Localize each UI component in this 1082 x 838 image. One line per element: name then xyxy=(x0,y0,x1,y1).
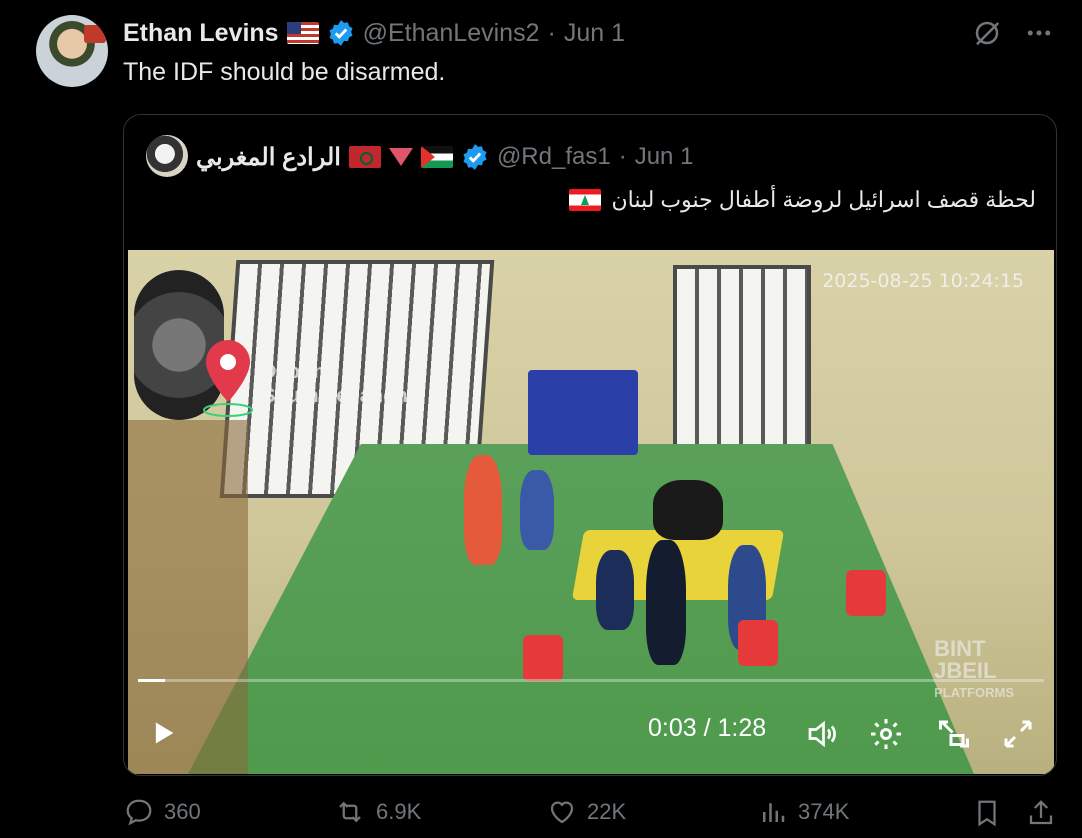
video-timestamp-overlay: 2025-08-25 10:24:15 xyxy=(822,270,1024,292)
location-line2: South Lebanon xyxy=(262,385,408,407)
tweet-top-actions xyxy=(972,18,1054,48)
reply-icon xyxy=(126,799,152,826)
video-child xyxy=(646,540,686,665)
views-count: 374K xyxy=(798,799,850,824)
video-location-label: Dabrine South Lebanon xyxy=(262,360,408,408)
bookmark-icon[interactable] xyxy=(972,797,1002,829)
play-icon[interactable] xyxy=(150,718,178,748)
repost-button[interactable]: 6.9K xyxy=(334,797,421,827)
reply-count: 360 xyxy=(164,799,201,824)
us-flag-icon xyxy=(286,22,319,44)
video-time-display: 0:03 / 1:28 xyxy=(648,714,767,742)
video-player[interactable]: 2025-08-25 10:24:15 Dabrine South Lebano… xyxy=(128,250,1054,774)
settings-gear-icon[interactable] xyxy=(868,716,904,752)
share-icon[interactable] xyxy=(1026,797,1056,829)
red-triangle-icon xyxy=(388,148,413,166)
fullscreen-icon[interactable] xyxy=(1000,716,1036,752)
quoted-author-avatar[interactable] xyxy=(146,135,188,177)
picture-in-picture-icon[interactable] xyxy=(936,716,972,752)
quoted-author-name[interactable]: الرادع المغربي xyxy=(196,143,341,172)
dot-separator: · xyxy=(547,18,556,47)
verified-badge-icon xyxy=(463,144,487,170)
verified-badge-icon xyxy=(329,20,353,46)
brand-line3: PLATFORMS xyxy=(934,685,1014,700)
video-progress-bar[interactable] xyxy=(138,679,1044,682)
grok-icon[interactable] xyxy=(972,18,1002,48)
video-window-right xyxy=(673,265,811,468)
quoted-tweet[interactable]: الرادع المغربي @Rd_fas1 · Jun 1 لحظة قصف… xyxy=(123,114,1057,776)
more-options-icon[interactable] xyxy=(1024,18,1054,48)
dot-separator: · xyxy=(618,143,627,170)
like-button[interactable]: 22K xyxy=(547,797,626,827)
reply-button[interactable]: 360 xyxy=(124,797,201,827)
video-chair xyxy=(523,635,563,681)
video-chair xyxy=(846,570,886,616)
video-progress-fill xyxy=(138,679,166,682)
author-name[interactable]: Ethan Levins xyxy=(123,19,279,48)
location-pin-icon xyxy=(203,340,253,417)
author-avatar[interactable] xyxy=(36,15,108,87)
quoted-tweet-date[interactable]: Jun 1 xyxy=(635,143,694,171)
brand-line1: BINT xyxy=(934,636,986,661)
video-controls: 0:03 / 1:28 xyxy=(128,714,1054,754)
video-child xyxy=(464,455,502,565)
heart-icon xyxy=(550,801,574,824)
quoted-tweet-header: الرادع المغربي @Rd_fas1 · Jun 1 xyxy=(196,137,693,177)
tweet-text: The IDF should be disarmed. xyxy=(123,58,446,86)
tweet-header: Ethan Levins @EthanLevins2 · Jun 1 xyxy=(123,16,625,50)
volume-icon[interactable] xyxy=(804,716,840,752)
palestine-flag-icon xyxy=(420,146,453,168)
views-icon xyxy=(763,803,785,822)
video-mats xyxy=(528,370,638,455)
repost-count: 6.9K xyxy=(376,799,422,824)
quoted-author-handle[interactable]: @Rd_fas1 xyxy=(497,143,611,171)
quoted-tweet-text-row: لحظة قصف اسرائيل لروضة أطفال جنوب لبنان xyxy=(569,187,1036,213)
morocco-flag-icon xyxy=(348,146,381,168)
video-chair xyxy=(738,620,778,666)
video-child xyxy=(520,470,554,550)
video-teacher xyxy=(653,480,723,540)
tweet-date[interactable]: Jun 1 xyxy=(564,19,625,48)
quoted-tweet-text: لحظة قصف اسرائيل لروضة أطفال جنوب لبنان xyxy=(611,187,1036,212)
author-handle[interactable]: @EthanLevins2 xyxy=(363,19,540,48)
video-child xyxy=(596,550,634,630)
repost-icon xyxy=(339,801,361,823)
location-line1: Dabrine xyxy=(262,361,337,383)
views-button[interactable]: 374K xyxy=(758,797,849,827)
lebanon-flag-icon xyxy=(569,189,602,211)
tweet-action-bar: 360 6.9K 22K 374K xyxy=(124,797,1054,833)
video-brand-watermark: BINT JBEIL PLATFORMS xyxy=(934,638,1014,704)
avatar-flag-patch xyxy=(84,25,106,43)
like-count: 22K xyxy=(587,799,627,824)
